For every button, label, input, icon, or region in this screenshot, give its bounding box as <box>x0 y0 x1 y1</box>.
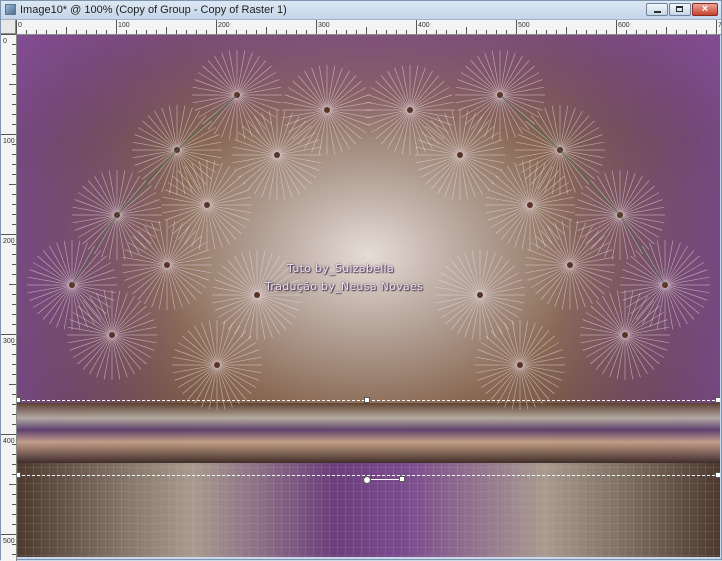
ruler-label: 500 <box>3 538 15 545</box>
vertical-ruler-ticks: 0 100 200 300 400 500 <box>1 34 16 555</box>
rotation-handle-line <box>371 479 401 480</box>
image-canvas[interactable]: Tuto by_Suizabella Tradução by_Neusa Nov… <box>17 35 720 557</box>
ruler-label: 700 <box>718 22 721 29</box>
transform-handle-bottom-right[interactable] <box>715 472 720 478</box>
image-document-icon <box>5 4 16 15</box>
horizontal-ruler-ticks: 0 100 200 300 400 500 600 700 <box>16 20 721 34</box>
ruler-label: 500 <box>518 22 530 29</box>
close-icon: × <box>701 3 709 15</box>
vertical-ruler[interactable]: 0 100 200 300 400 500 <box>1 34 17 561</box>
close-button[interactable]: × <box>692 3 718 16</box>
transform-handle-center[interactable] <box>364 397 370 403</box>
maximize-icon <box>676 6 683 12</box>
minimize-icon <box>654 11 661 13</box>
rotation-handle[interactable] <box>399 476 405 482</box>
watermark-credit-line-1: Tuto by_Suizabella <box>287 262 395 275</box>
ruler-label: 200 <box>3 238 15 245</box>
ruler-label: 200 <box>218 22 230 29</box>
ruler-label: 100 <box>3 138 15 145</box>
transform-handle-left[interactable] <box>17 397 21 403</box>
ruler-label: 400 <box>3 438 15 445</box>
pivot-handle[interactable] <box>363 476 371 484</box>
maximize-button[interactable] <box>669 3 691 16</box>
image-window: Image10* @ 100% (Copy of Group - Copy of… <box>0 0 722 561</box>
ruler-label: 600 <box>618 22 630 29</box>
minimize-button[interactable] <box>646 3 668 16</box>
ruler-label: 100 <box>118 22 130 29</box>
window-controls: × <box>646 3 718 16</box>
transform-handle-right[interactable] <box>715 397 720 403</box>
horizontal-ruler[interactable]: 0 100 200 300 400 500 600 700 <box>16 20 721 35</box>
ruler-label: 400 <box>418 22 430 29</box>
window-title: Image10* @ 100% (Copy of Group - Copy of… <box>20 4 287 16</box>
ruler-label: 0 <box>3 38 7 45</box>
ruler-corner <box>1 20 16 34</box>
transform-handle-bottom-left[interactable] <box>17 472 21 478</box>
ruler-label: 300 <box>3 338 15 345</box>
title-bar[interactable]: Image10* @ 100% (Copy of Group - Copy of… <box>1 1 721 20</box>
ruler-label: 0 <box>18 22 22 29</box>
watermark-credit-line-2: Tradução by_Neusa Novaes <box>265 280 424 293</box>
ruler-label: 300 <box>318 22 330 29</box>
